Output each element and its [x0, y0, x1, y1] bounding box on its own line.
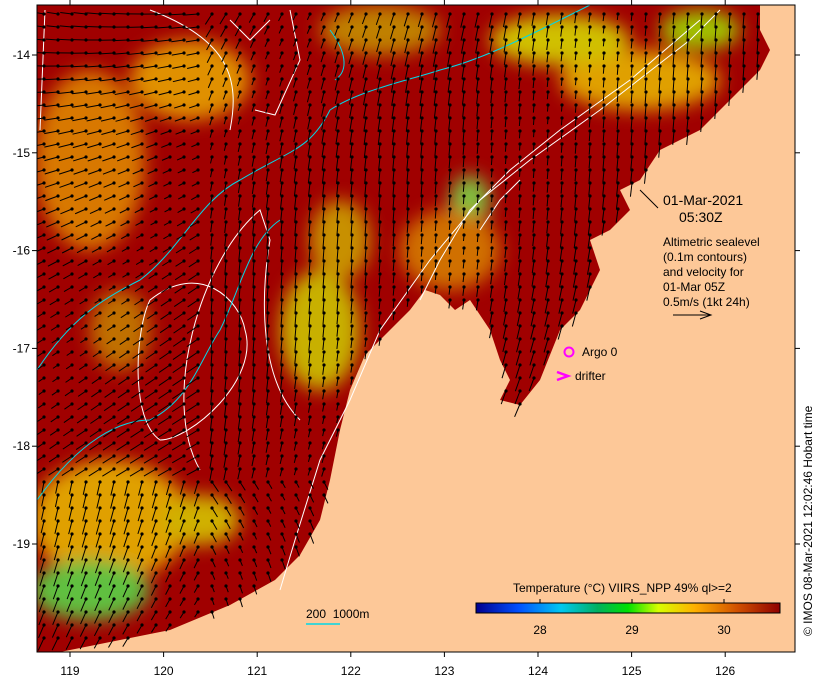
x-tick-label: 121 — [247, 664, 267, 678]
colorbar-tick-label: 28 — [533, 623, 547, 637]
colorbar — [475, 602, 781, 614]
y-tick-label: -16 — [13, 244, 31, 258]
sst-map: 119 120 121 122 123 124 125 126 -14 -15 -16 -17 -18… — [13, 0, 815, 678]
x-tick-label: 119 — [60, 664, 79, 678]
argo-legend-label: Argo 0 — [582, 345, 618, 359]
isobath-legend-label: 200 1000m — [306, 607, 369, 621]
y-tick-label: -15 — [13, 146, 31, 160]
drifter-legend-label: drifter — [575, 369, 606, 383]
y-tick-label: -17 — [13, 341, 31, 355]
credit-text: © IMOS 08-Mar-2021 12:02:46 Hobart time — [801, 405, 815, 636]
y-tick-label: -14 — [13, 48, 31, 62]
colorbar-tick-label: 29 — [625, 623, 639, 637]
map-time: 05:30Z — [679, 209, 723, 225]
x-tick-label: 120 — [154, 664, 174, 678]
y-tick-label: -19 — [13, 537, 31, 551]
colorbar-title: Temperature (°C) VIIRS_NPP 49% ql>=2 — [513, 581, 732, 595]
colorbar-tick-label: 30 — [717, 623, 731, 637]
description-line: 01-Mar 05Z — [663, 280, 725, 294]
description-line: Altimetric sealevel — [663, 235, 760, 249]
description-line: and velocity for — [663, 265, 744, 279]
y-tick-label: -18 — [13, 439, 31, 453]
x-tick-label: 124 — [528, 664, 548, 678]
x-tick-label: 125 — [622, 664, 642, 678]
description-line: (0.1m contours) — [663, 250, 747, 264]
x-tick-label: 122 — [341, 664, 361, 678]
x-tick-label: 126 — [715, 664, 735, 678]
x-tick-label: 123 — [434, 664, 454, 678]
map-date: 01-Mar-2021 — [663, 192, 743, 208]
description-line: 0.5m/s (1kt 24h) — [663, 295, 750, 309]
